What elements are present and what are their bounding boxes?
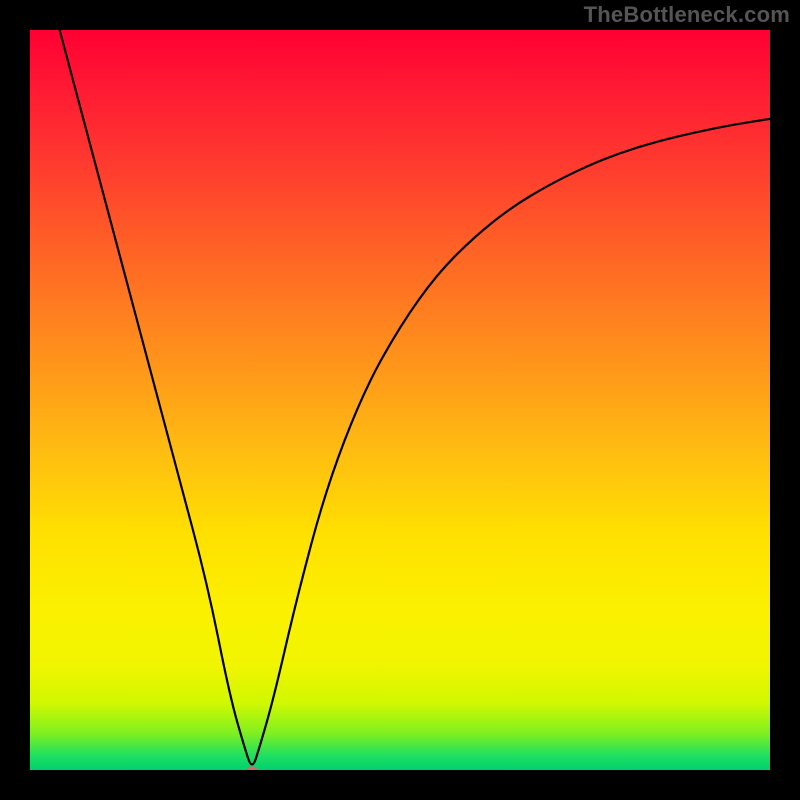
watermark-text: TheBottleneck.com	[584, 2, 790, 28]
bottleneck-curve	[30, 30, 770, 770]
plot-area	[30, 30, 770, 770]
optimal-point-marker	[247, 767, 257, 771]
chart-frame: TheBottleneck.com	[0, 0, 800, 800]
curve-path	[60, 30, 770, 764]
